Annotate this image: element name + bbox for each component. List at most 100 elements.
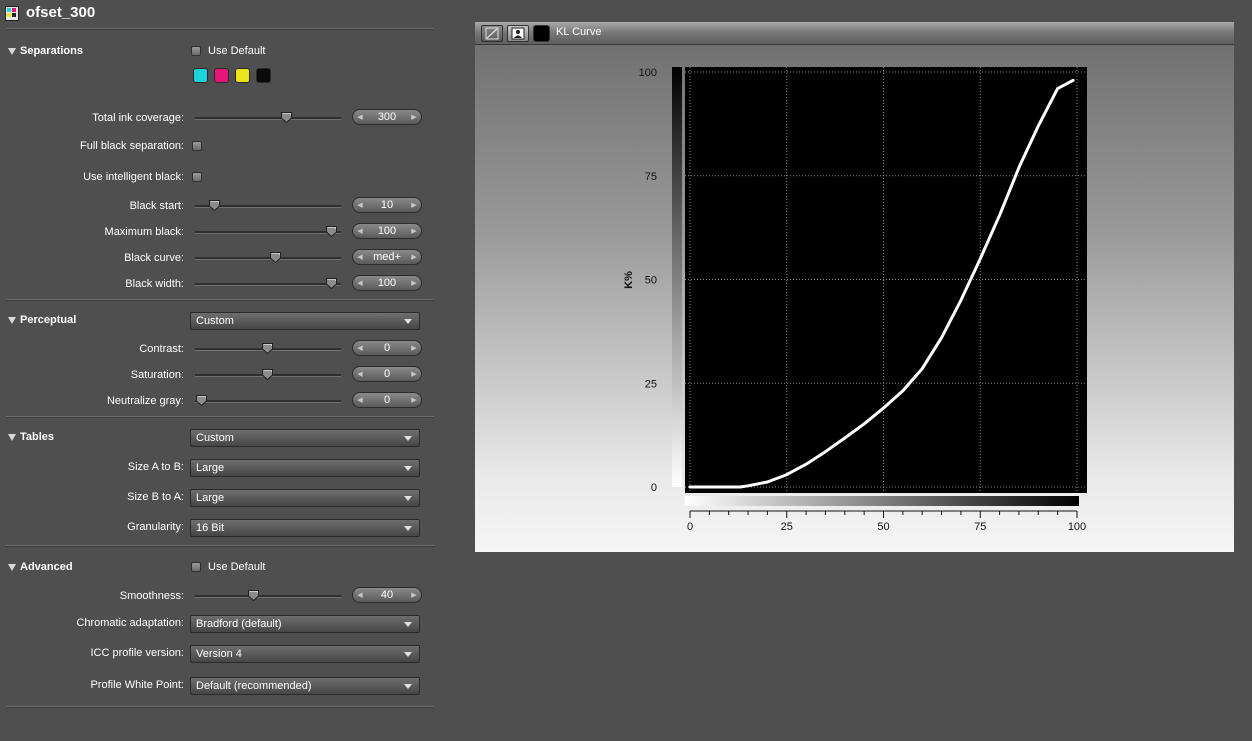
saturation-label: Saturation: xyxy=(130,369,184,381)
saturation-slider[interactable] xyxy=(195,369,341,380)
x-tick-label: 75 xyxy=(974,521,986,533)
advanced-section-toggle[interactable]: Advanced xyxy=(8,561,73,573)
contrast-label: Contrast: xyxy=(139,343,184,355)
y-tick-label: 0 xyxy=(651,482,657,494)
y-tick-label: 25 xyxy=(645,378,657,390)
black-channel-swatch[interactable] xyxy=(533,25,550,42)
graph-toolbar: KL Curve xyxy=(475,22,1234,45)
separations-section-toggle[interactable]: Separations xyxy=(8,45,83,57)
advanced-use-default-checkbox[interactable] xyxy=(191,562,201,572)
dropdown-value: Bradford (default) xyxy=(196,618,282,630)
curve-view-button[interactable] xyxy=(481,25,503,42)
stepper-value[interactable]: med+ xyxy=(363,251,411,263)
separations-use-default-label: Use Default xyxy=(208,45,266,57)
stepper-value[interactable]: 0 xyxy=(363,394,411,406)
maximum-black-stepper[interactable]: ◀ 100 ▶ xyxy=(352,223,422,239)
slider-thumb[interactable] xyxy=(261,343,273,354)
tables-preset-dropdown[interactable]: Custom xyxy=(190,429,420,447)
full-black-separation-checkbox[interactable] xyxy=(192,141,202,151)
size-a-to-b-label: Size A to B: xyxy=(127,461,184,473)
chromatic-adaptation-label: Chromatic adaptation: xyxy=(76,617,184,629)
tables-header: Tables xyxy=(20,431,55,443)
yellow-swatch[interactable] xyxy=(235,68,250,83)
cyan-swatch[interactable] xyxy=(193,68,208,83)
use-intelligent-black-checkbox[interactable] xyxy=(192,172,202,182)
neutralize-gray-slider[interactable] xyxy=(195,395,341,406)
maximum-black-label: Maximum black: xyxy=(104,226,184,238)
magenta-swatch[interactable] xyxy=(214,68,229,83)
dropdown-value: Version 4 xyxy=(196,648,242,660)
increment-arrow-icon[interactable]: ▶ xyxy=(411,227,417,235)
smoothness-stepper[interactable]: ◀ 40 ▶ xyxy=(352,587,422,603)
icc-profile-version-label: ICC profile version: xyxy=(90,647,184,659)
stepper-value[interactable]: 10 xyxy=(363,199,411,211)
icc-profile-version-dropdown[interactable]: Version 4 xyxy=(190,645,420,663)
increment-arrow-icon[interactable]: ▶ xyxy=(411,253,417,261)
total-ink-coverage-slider[interactable] xyxy=(195,112,341,123)
stepper-value[interactable]: 0 xyxy=(363,342,411,354)
curve-icon xyxy=(485,27,499,40)
stepper-value[interactable]: 100 xyxy=(363,277,411,289)
contrast-slider[interactable] xyxy=(195,343,341,354)
increment-arrow-icon[interactable]: ▶ xyxy=(411,279,417,287)
total-ink-coverage-label: Total ink coverage: xyxy=(92,112,184,124)
granularity-dropdown[interactable]: 16 Bit xyxy=(190,519,420,537)
size-b-to-a-label: Size B to A: xyxy=(127,491,184,503)
chevron-down-icon xyxy=(404,465,412,471)
perceptual-preset-dropdown[interactable]: Custom xyxy=(190,312,420,330)
stepper-value[interactable]: 100 xyxy=(363,225,411,237)
stepper-value[interactable]: 0 xyxy=(363,368,411,380)
black-start-stepper[interactable]: ◀ 10 ▶ xyxy=(352,197,422,213)
y-tick-label: 100 xyxy=(639,67,657,79)
black-curve-slider[interactable] xyxy=(195,252,341,263)
y-tick-label: 75 xyxy=(645,171,657,183)
black-width-slider[interactable] xyxy=(195,278,341,289)
slider-thumb[interactable] xyxy=(270,252,282,263)
slider-thumb[interactable] xyxy=(261,369,273,380)
disclosure-triangle-icon xyxy=(8,563,16,571)
size-a-to-b-dropdown[interactable]: Large xyxy=(190,459,420,477)
smoothness-label: Smoothness: xyxy=(119,590,184,602)
slider-thumb[interactable] xyxy=(195,395,207,406)
increment-arrow-icon[interactable]: ▶ xyxy=(411,201,417,209)
total-ink-coverage-stepper[interactable]: ◀ 300 ▶ xyxy=(352,109,422,125)
increment-arrow-icon[interactable]: ▶ xyxy=(411,370,417,378)
stepper-value[interactable]: 40 xyxy=(363,589,411,601)
separations-use-default-checkbox[interactable] xyxy=(191,46,201,56)
increment-arrow-icon[interactable]: ▶ xyxy=(411,344,417,352)
profile-white-point-label: Profile White Point: xyxy=(90,679,184,691)
slider-thumb[interactable] xyxy=(280,112,292,123)
neutralize-gray-label: Neutralize gray: xyxy=(106,395,184,407)
full-black-separation-label: Full black separation: xyxy=(80,140,184,152)
slider-thumb[interactable] xyxy=(208,200,220,211)
image-view-button[interactable] xyxy=(507,25,529,42)
tables-section-toggle[interactable]: Tables xyxy=(8,431,54,443)
neutralize-gray-stepper[interactable]: ◀ 0 ▶ xyxy=(352,392,422,408)
profile-white-point-dropdown[interactable]: Default (recommended) xyxy=(190,677,420,695)
black-curve-stepper[interactable]: ◀ med+ ▶ xyxy=(352,249,422,265)
increment-arrow-icon[interactable]: ▶ xyxy=(411,113,417,121)
maximum-black-slider[interactable] xyxy=(195,226,341,237)
smoothness-slider[interactable] xyxy=(195,590,341,601)
contrast-stepper[interactable]: ◀ 0 ▶ xyxy=(352,340,422,356)
increment-arrow-icon[interactable]: ▶ xyxy=(411,591,417,599)
black-width-stepper[interactable]: ◀ 100 ▶ xyxy=(352,275,422,291)
x-tick-label: 100 xyxy=(1068,521,1086,533)
black-swatch[interactable] xyxy=(256,68,271,83)
x-tick-label: 25 xyxy=(781,521,793,533)
slider-thumb[interactable] xyxy=(325,278,337,289)
slider-thumb[interactable] xyxy=(325,226,337,237)
document-icon xyxy=(5,6,19,21)
k-gradient-bar-horizontal xyxy=(685,496,1079,506)
size-b-to-a-dropdown[interactable]: Large xyxy=(190,489,420,507)
black-start-slider[interactable] xyxy=(195,200,341,211)
disclosure-triangle-icon xyxy=(8,47,16,55)
y-axis-label: K% xyxy=(623,271,635,289)
saturation-stepper[interactable]: ◀ 0 ▶ xyxy=(352,366,422,382)
perceptual-section-toggle[interactable]: Perceptual xyxy=(8,314,76,326)
slider-thumb[interactable] xyxy=(248,590,260,601)
chevron-down-icon xyxy=(404,651,412,657)
increment-arrow-icon[interactable]: ▶ xyxy=(411,396,417,404)
stepper-value[interactable]: 300 xyxy=(363,111,411,123)
chromatic-adaptation-dropdown[interactable]: Bradford (default) xyxy=(190,615,420,633)
